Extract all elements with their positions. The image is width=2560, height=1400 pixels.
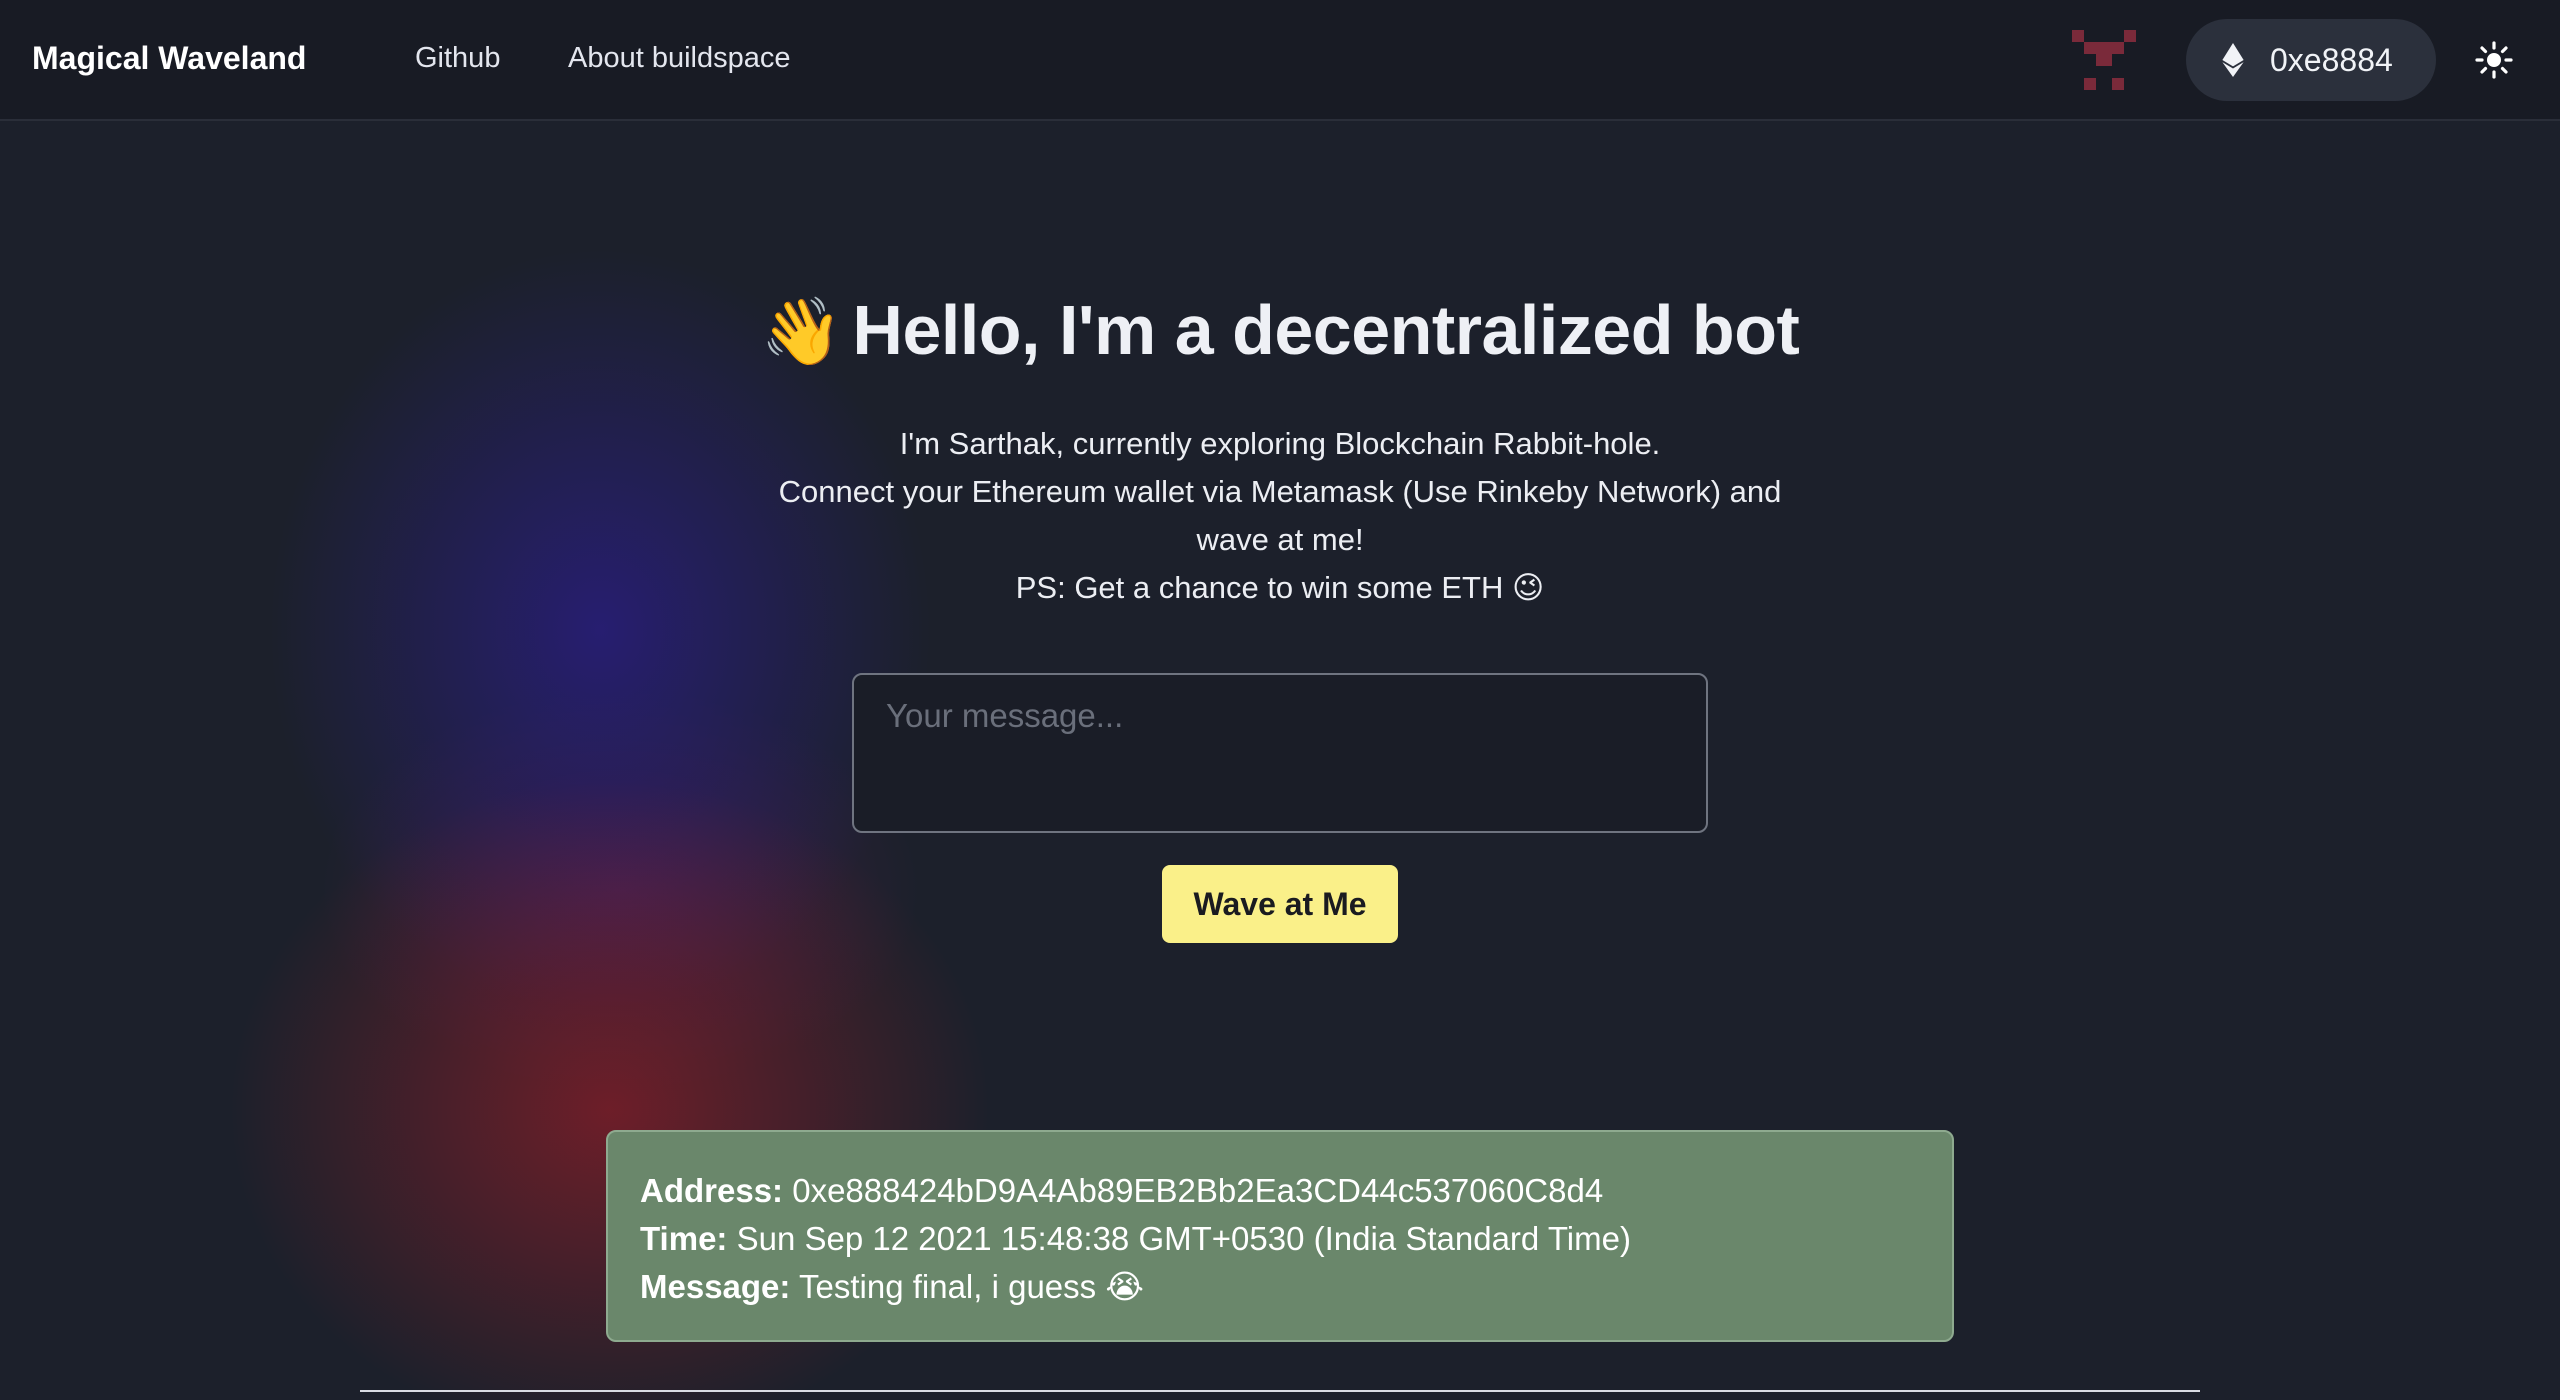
wave-card: Address: 0xe888424bD9A4Ab89EB2Bb2Ea3CD44… bbox=[606, 1130, 1954, 1342]
wave-at-me-button[interactable]: Wave at Me bbox=[1162, 865, 1398, 943]
wave-message-row: Message: Testing final, i guess 😭 bbox=[640, 1263, 1920, 1311]
brand-title[interactable]: Magical Waveland bbox=[32, 40, 306, 77]
wave-address-value: 0xe888424bD9A4Ab89EB2Bb2Ea3CD44c537060C8… bbox=[792, 1172, 1604, 1209]
intro-text: I'm Sarthak, currently exploring Blockch… bbox=[740, 420, 1820, 612]
ethereum-icon bbox=[2222, 43, 2244, 77]
wave-time-label: Time: bbox=[640, 1220, 728, 1257]
nav-link-github[interactable]: Github bbox=[415, 42, 500, 75]
page-title: 👋 Hello, I'm a decentralized bot bbox=[0, 290, 2560, 371]
message-input[interactable] bbox=[852, 673, 1708, 833]
nav-link-about-buildspace[interactable]: About buildspace bbox=[568, 42, 791, 75]
identicon-avatar[interactable] bbox=[2072, 30, 2136, 90]
intro-line-3: PS: Get a chance to win some ETH 😉 bbox=[1015, 570, 1545, 605]
waving-hand-emoji: 👋 bbox=[760, 294, 843, 368]
intro-line-1: I'm Sarthak, currently exploring Blockch… bbox=[899, 426, 1661, 461]
top-navbar: Magical Waveland Github About buildspace… bbox=[0, 0, 2560, 121]
page-title-text: Hello, I'm a decentralized bot bbox=[852, 291, 1800, 369]
wave-address-row: Address: 0xe888424bD9A4Ab89EB2Bb2Ea3CD44… bbox=[640, 1167, 1920, 1215]
page: Magical Waveland Github About buildspace… bbox=[0, 0, 2560, 1400]
wallet-address: 0xe8884 bbox=[2270, 41, 2393, 78]
wave-message-value: Testing final, i guess 😭 bbox=[798, 1268, 1144, 1305]
intro-line-2: Connect your Ethereum wallet via Metamas… bbox=[778, 474, 1782, 557]
divider bbox=[360, 1390, 2200, 1392]
wave-address-label: Address: bbox=[640, 1172, 784, 1209]
sun-icon[interactable] bbox=[2474, 40, 2514, 80]
wallet-address-button[interactable]: 0xe8884 bbox=[2186, 19, 2436, 101]
wave-time-row: Time: Sun Sep 12 2021 15:48:38 GMT+0530 … bbox=[640, 1215, 1920, 1263]
wave-time-value: Sun Sep 12 2021 15:48:38 GMT+0530 (India… bbox=[736, 1220, 1631, 1257]
wave-message-label: Message: bbox=[640, 1268, 791, 1305]
